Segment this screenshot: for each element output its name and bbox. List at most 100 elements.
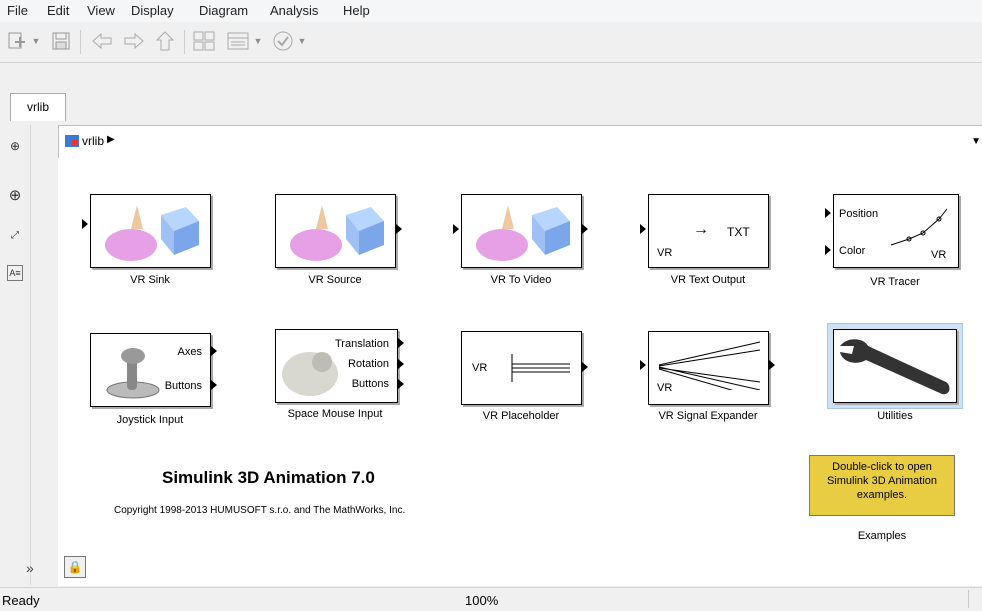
vr-signal-expander-block[interactable]: VR — [648, 331, 769, 405]
vr-sink-input-port[interactable] — [82, 219, 88, 229]
vr-signal-expander-label: VR Signal Expander — [658, 410, 758, 422]
status-divider — [968, 590, 969, 608]
vr-text-output-label: VR Text Output — [670, 274, 746, 286]
vr-source-output-port[interactable] — [396, 224, 402, 234]
tab-vrlib[interactable]: vrlib — [10, 93, 66, 121]
vr-scene-icon — [290, 205, 384, 261]
model-icon — [65, 135, 79, 147]
joystick-icon — [106, 348, 160, 399]
lock-icon[interactable]: 🔒 — [64, 556, 86, 578]
txt-text: TXT — [727, 225, 750, 239]
vr-source-block[interactable] — [275, 194, 396, 268]
port-rotation-text: Rotation — [348, 358, 389, 370]
vr-signal-expander-output-port[interactable] — [769, 360, 775, 370]
menu-edit[interactable]: Edit — [47, 3, 69, 18]
arrow-right-icon: → — [693, 221, 709, 238]
space-mouse-input-block[interactable]: Translation Rotation Buttons — [275, 329, 398, 403]
port-buttons-text: Buttons — [351, 378, 389, 390]
vr-scene-icon — [476, 205, 570, 261]
vr-tracer-position-port[interactable] — [825, 208, 831, 218]
hide-browser-icon[interactable]: ⊕ — [6, 137, 24, 155]
space-mouse-translation-port[interactable] — [398, 338, 404, 348]
utilities-block[interactable] — [833, 329, 957, 403]
back-arrow-icon[interactable] — [90, 30, 114, 52]
copyright-text: Copyright 1998-2013 HUMUSOFT s.r.o. and … — [114, 505, 406, 516]
vr-to-video-input-port[interactable] — [453, 224, 459, 234]
vr-to-video-output-port[interactable] — [582, 224, 588, 234]
annotation-icon[interactable]: A≡ — [7, 265, 23, 281]
menu-file[interactable]: File — [7, 3, 28, 18]
vr-placeholder-label: VR Placeholder — [482, 410, 560, 422]
vr-to-video-block[interactable] — [461, 194, 582, 268]
breadcrumb-arrow-icon[interactable]: ▶ — [107, 134, 115, 145]
menu-help[interactable]: Help — [343, 3, 370, 18]
address-dropdown-icon[interactable]: ▼ — [971, 136, 981, 147]
vr-scene-icon — [105, 205, 199, 261]
status-bar: Ready 100% — [0, 587, 982, 611]
toolbar-separator — [184, 30, 185, 54]
forward-arrow-icon[interactable] — [122, 30, 146, 52]
joystick-input-label: Joystick Input — [116, 414, 184, 426]
space-mouse-icon — [282, 352, 338, 396]
trace-icon — [890, 208, 948, 246]
library-browser-icon[interactable] — [192, 30, 216, 52]
vr-tracer-block[interactable]: Position Color VR — [833, 194, 959, 268]
toolbar: ▼ ▼ ▼ — [0, 22, 982, 63]
menu-diagram[interactable]: Diagram — [199, 3, 248, 18]
vr-placeholder-block[interactable]: VR — [461, 331, 582, 405]
vr-signal-expander-input-port[interactable] — [640, 360, 646, 370]
zoom-level: 100% — [465, 593, 499, 608]
menu-bar: File Edit View Display Diagram Analysis … — [0, 0, 982, 23]
vr-text-output-block[interactable]: → TXT VR — [648, 194, 769, 268]
joystick-input-block[interactable]: Axes Buttons — [90, 333, 211, 407]
examples-block[interactable]: Double-click to open Simulink 3D Animati… — [809, 455, 955, 516]
vr-text: VR — [657, 247, 673, 259]
model-explorer-icon[interactable] — [226, 30, 250, 52]
examples-label: Examples — [857, 530, 907, 542]
status-text: Ready — [2, 593, 40, 608]
vr-sink-label: VR Sink — [130, 274, 170, 286]
port-axes-text: Axes — [177, 346, 202, 358]
address-bar[interactable]: vrlib ▶ ▼ — [58, 125, 982, 159]
vr-text: VR — [931, 249, 947, 261]
vr-text: VR — [472, 362, 488, 374]
port-translation-text: Translation — [334, 338, 389, 350]
menu-analysis[interactable]: Analysis — [270, 3, 318, 18]
space-mouse-input-label: Space Mouse Input — [287, 408, 383, 420]
vr-tracer-label: VR Tracer — [870, 276, 920, 288]
port-position-text: Position — [839, 208, 879, 220]
breadcrumb[interactable]: vrlib — [82, 134, 104, 148]
space-mouse-rotation-port[interactable] — [398, 359, 404, 369]
zoom-icon[interactable]: ⊕ — [6, 187, 24, 205]
up-arrow-icon[interactable] — [154, 30, 176, 52]
vr-text: VR — [657, 382, 673, 394]
vr-text-output-input-port[interactable] — [640, 224, 646, 234]
library-title: Simulink 3D Animation 7.0 — [162, 468, 375, 487]
new-dropdown-icon[interactable]: ▼ — [30, 30, 42, 52]
menu-view[interactable]: View — [87, 3, 115, 18]
space-mouse-buttons-port[interactable] — [398, 379, 404, 389]
port-color-text: Color — [839, 245, 866, 257]
expander-icon — [658, 341, 761, 390]
vr-placeholder-output-port[interactable] — [582, 362, 588, 372]
vr-sink-block[interactable] — [90, 194, 211, 268]
save-icon[interactable] — [50, 30, 72, 52]
expand-palette-icon[interactable]: » — [26, 560, 34, 576]
wrench-icon — [834, 330, 956, 402]
toolbar-separator — [80, 30, 81, 54]
check-icon[interactable] — [272, 30, 294, 52]
explorer-dropdown-icon[interactable]: ▼ — [252, 30, 264, 52]
port-buttons-text: Buttons — [164, 380, 202, 392]
tool-palette: ⊕ ⊕ ⤢ A≡ — [0, 125, 31, 585]
new-model-icon[interactable] — [6, 30, 28, 52]
vr-tracer-color-port[interactable] — [825, 245, 831, 255]
fit-to-view-icon[interactable]: ⤢ — [6, 227, 24, 245]
check-dropdown-icon[interactable]: ▼ — [296, 30, 308, 52]
joystick-axes-port[interactable] — [211, 346, 217, 356]
joystick-buttons-port[interactable] — [211, 380, 217, 390]
utilities-label: Utilities — [877, 410, 913, 422]
menu-display[interactable]: Display — [131, 3, 174, 18]
placeholder-icon — [511, 354, 570, 382]
vr-source-label: VR Source — [308, 274, 362, 286]
vr-to-video-label: VR To Video — [490, 274, 552, 286]
